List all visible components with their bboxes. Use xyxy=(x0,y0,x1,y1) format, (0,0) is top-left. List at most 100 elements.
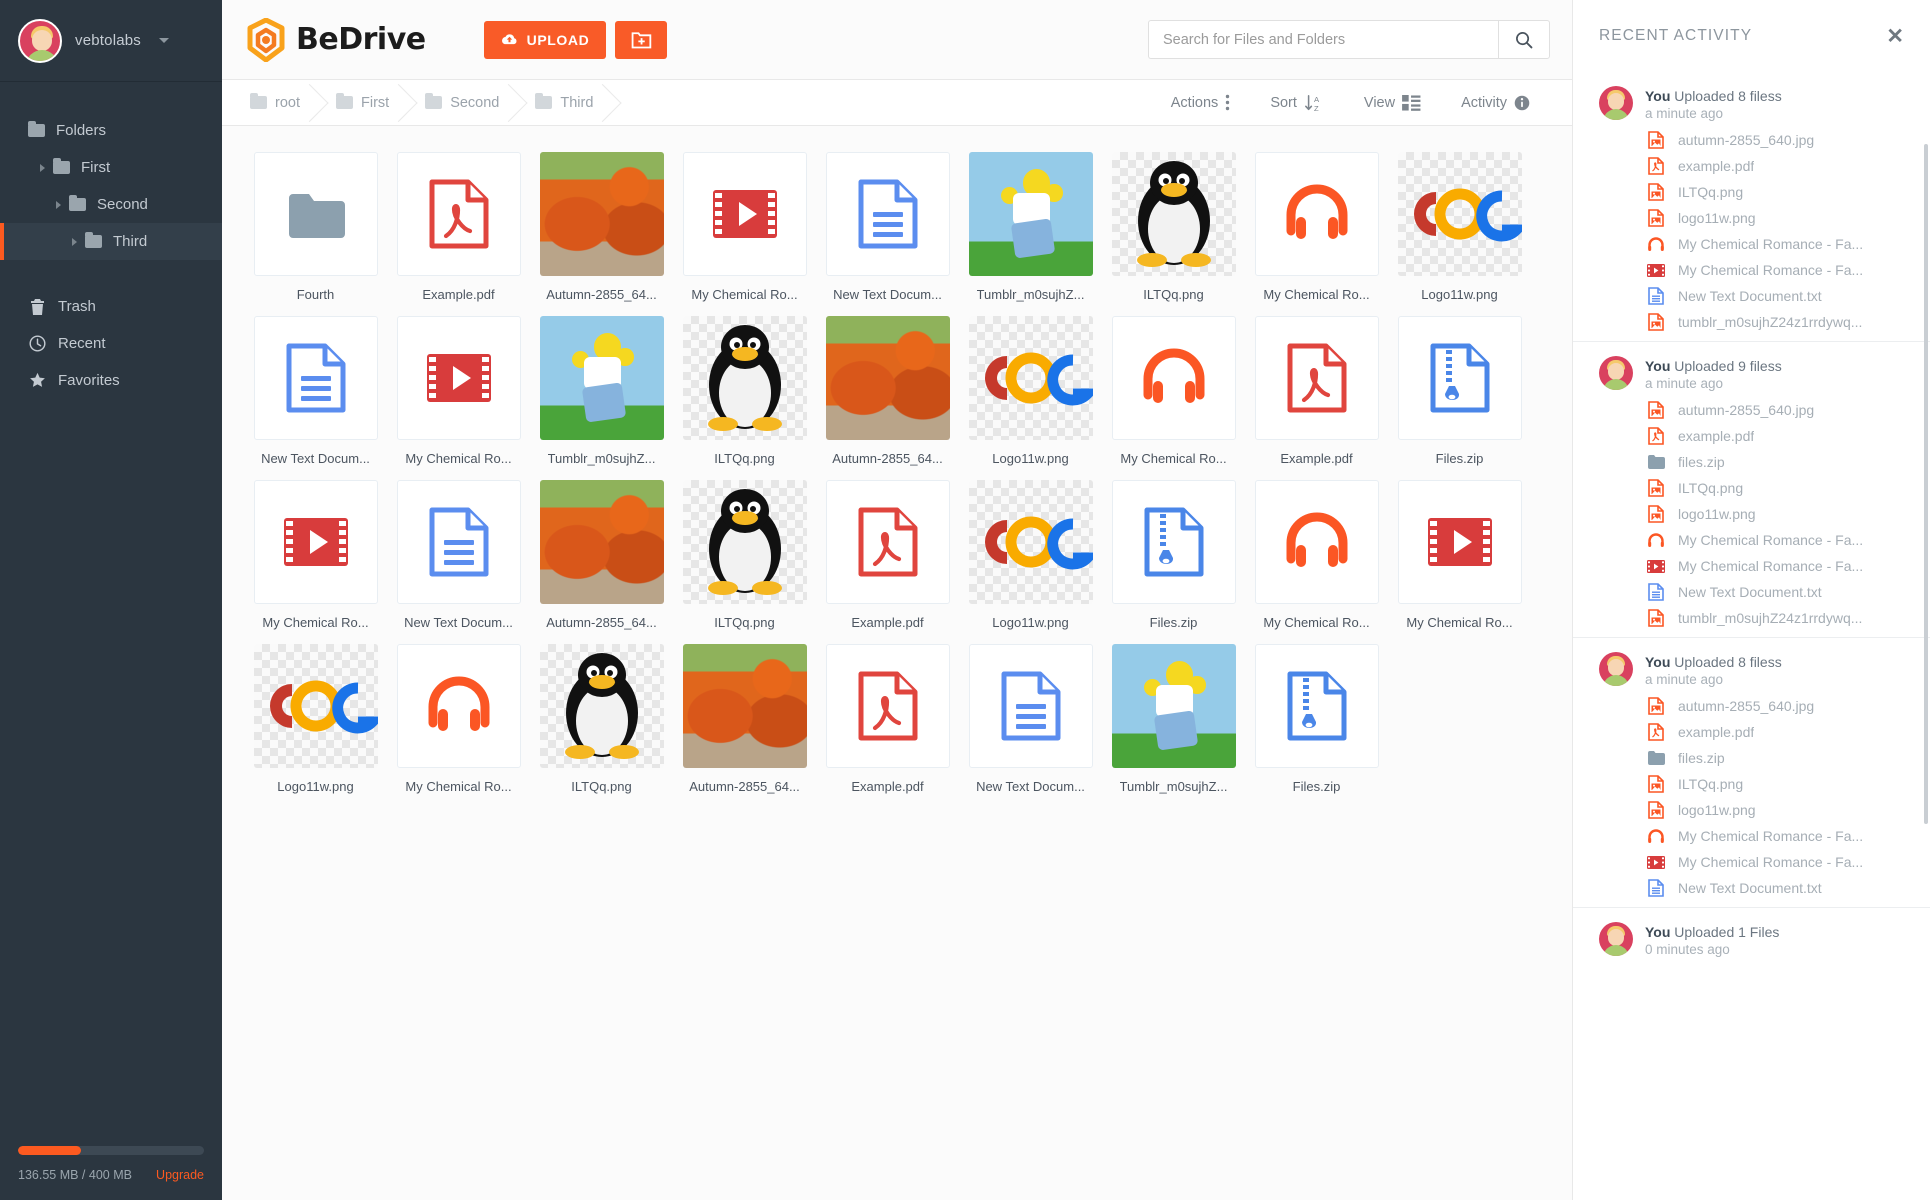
breadcrumb-item-third[interactable]: Third xyxy=(521,80,615,126)
file-tile[interactable]: Autumn-2855_64... xyxy=(673,644,816,794)
activity-file-item[interactable]: My Chemical Romance - Fa... xyxy=(1647,261,1912,279)
sidebar-item-trash[interactable]: Trash xyxy=(0,288,222,325)
activity-file-item[interactable]: files.zip xyxy=(1647,453,1912,471)
sidebar-item-second[interactable]: Second xyxy=(0,186,222,223)
file-tile[interactable]: Logo11w.png xyxy=(959,316,1102,466)
activity-file-item[interactable]: autumn-2855_640.jpg xyxy=(1647,697,1912,715)
file-tile[interactable]: Autumn-2855_64... xyxy=(816,316,959,466)
file-tile[interactable]: New Text Docum... xyxy=(959,644,1102,794)
sidebar-item-first[interactable]: First xyxy=(0,149,222,186)
file-tile[interactable]: Files.zip xyxy=(1388,316,1531,466)
file-thumbnail[interactable] xyxy=(539,480,664,604)
file-tile[interactable]: My Chemical Ro... xyxy=(387,316,530,466)
upgrade-link[interactable]: Upgrade xyxy=(156,1168,204,1182)
file-thumbnail[interactable] xyxy=(1111,316,1236,440)
file-thumbnail[interactable] xyxy=(968,480,1093,604)
upload-button[interactable]: UPLOAD xyxy=(483,20,607,59)
file-tile[interactable]: ILTQq.png xyxy=(530,644,673,794)
file-tile[interactable]: Files.zip xyxy=(1245,644,1388,794)
chevron-right-icon[interactable] xyxy=(56,200,61,209)
chevron-right-icon[interactable] xyxy=(72,237,77,246)
activity-button[interactable]: Activity xyxy=(1441,95,1550,111)
activity-file-item[interactable]: tumblr_m0sujhZ24z1rrdywq... xyxy=(1647,609,1912,627)
file-thumbnail[interactable] xyxy=(825,316,950,440)
file-thumbnail[interactable] xyxy=(682,480,807,604)
file-thumbnail[interactable] xyxy=(253,152,378,276)
file-tile[interactable]: ILTQq.png xyxy=(1102,152,1245,302)
file-thumbnail[interactable] xyxy=(1111,644,1236,768)
new-folder-button[interactable] xyxy=(615,20,668,59)
sidebar-item-third[interactable]: Third xyxy=(0,223,222,260)
file-tile[interactable]: New Text Docum... xyxy=(816,152,959,302)
activity-file-item[interactable]: example.pdf xyxy=(1647,157,1912,175)
file-tile[interactable]: Example.pdf xyxy=(816,480,959,630)
file-tile[interactable]: Autumn-2855_64... xyxy=(530,152,673,302)
file-tile[interactable]: Tumblr_m0sujhZ... xyxy=(530,316,673,466)
file-thumbnail[interactable] xyxy=(396,316,521,440)
activity-file-item[interactable]: logo11w.png xyxy=(1647,209,1912,227)
activity-file-item[interactable]: My Chemical Romance - Fa... xyxy=(1647,531,1912,549)
activity-file-item[interactable]: logo11w.png xyxy=(1647,801,1912,819)
file-tile[interactable]: My Chemical Ro... xyxy=(1102,316,1245,466)
file-tile[interactable]: ILTQq.png xyxy=(673,480,816,630)
view-button[interactable]: View xyxy=(1344,94,1441,111)
file-thumbnail[interactable] xyxy=(825,480,950,604)
file-thumbnail[interactable] xyxy=(1397,480,1522,604)
activity-file-item[interactable]: tumblr_m0sujhZ24z1rrdywq... xyxy=(1647,313,1912,331)
file-thumbnail[interactable] xyxy=(253,480,378,604)
file-thumbnail[interactable] xyxy=(825,644,950,768)
file-thumbnail[interactable] xyxy=(1397,152,1522,276)
user-menu[interactable]: vebtolabs xyxy=(0,0,222,82)
file-tile[interactable]: My Chemical Ro... xyxy=(673,152,816,302)
sidebar-item-recent[interactable]: Recent xyxy=(0,325,222,362)
activity-file-item[interactable]: My Chemical Romance - Fa... xyxy=(1647,235,1912,253)
activity-file-item[interactable]: files.zip xyxy=(1647,749,1912,767)
search-button[interactable] xyxy=(1498,20,1550,59)
activity-file-item[interactable]: autumn-2855_640.jpg xyxy=(1647,131,1912,149)
file-thumbnail[interactable] xyxy=(682,644,807,768)
file-tile[interactable]: My Chemical Ro... xyxy=(1388,480,1531,630)
activity-file-item[interactable]: ILTQq.png xyxy=(1647,183,1912,201)
file-tile[interactable]: New Text Docum... xyxy=(387,480,530,630)
activity-file-item[interactable]: New Text Document.txt xyxy=(1647,879,1912,897)
breadcrumb-item-second[interactable]: Second xyxy=(411,80,521,126)
file-thumbnail[interactable] xyxy=(1254,644,1379,768)
file-tile[interactable]: Logo11w.png xyxy=(244,644,387,794)
activity-file-item[interactable]: logo11w.png xyxy=(1647,505,1912,523)
activity-file-item[interactable]: New Text Document.txt xyxy=(1647,287,1912,305)
file-thumbnail[interactable] xyxy=(253,644,378,768)
activity-file-item[interactable]: My Chemical Romance - Fa... xyxy=(1647,557,1912,575)
file-tile[interactable]: Tumblr_m0sujhZ... xyxy=(1102,644,1245,794)
file-tile[interactable]: Files.zip xyxy=(1102,480,1245,630)
file-thumbnail[interactable] xyxy=(1111,480,1236,604)
brand-logo[interactable]: BeDrive xyxy=(246,17,426,62)
activity-file-item[interactable]: ILTQq.png xyxy=(1647,775,1912,793)
file-thumbnail[interactable] xyxy=(682,152,807,276)
file-tile[interactable]: New Text Docum... xyxy=(244,316,387,466)
file-tile[interactable]: My Chemical Ro... xyxy=(1245,152,1388,302)
activity-file-item[interactable]: ILTQq.png xyxy=(1647,479,1912,497)
activity-file-item[interactable]: My Chemical Romance - Fa... xyxy=(1647,827,1912,845)
sidebar-item-folders[interactable]: Folders xyxy=(0,112,222,149)
sort-button[interactable]: Sort A Z xyxy=(1250,94,1344,112)
activity-scrollbar[interactable] xyxy=(1924,144,1928,824)
activity-file-item[interactable]: My Chemical Romance - Fa... xyxy=(1647,853,1912,871)
file-thumbnail[interactable] xyxy=(968,644,1093,768)
activity-file-item[interactable]: example.pdf xyxy=(1647,723,1912,741)
file-tile[interactable]: Example.pdf xyxy=(1245,316,1388,466)
breadcrumb-item-first[interactable]: First xyxy=(322,80,411,126)
activity-file-item[interactable]: autumn-2855_640.jpg xyxy=(1647,401,1912,419)
file-thumbnail[interactable] xyxy=(396,644,521,768)
file-thumbnail[interactable] xyxy=(1254,480,1379,604)
search-input[interactable] xyxy=(1148,20,1498,59)
file-tile[interactable]: ILTQq.png xyxy=(673,316,816,466)
file-thumbnail[interactable] xyxy=(539,152,664,276)
close-icon[interactable]: ✕ xyxy=(1886,26,1904,47)
file-tile[interactable]: Logo11w.png xyxy=(959,480,1102,630)
file-tile[interactable]: Example.pdf xyxy=(816,644,959,794)
chevron-down-icon[interactable] xyxy=(159,38,170,43)
file-tile[interactable]: Autumn-2855_64... xyxy=(530,480,673,630)
file-thumbnail[interactable] xyxy=(396,480,521,604)
file-thumbnail[interactable] xyxy=(396,152,521,276)
file-thumbnail[interactable] xyxy=(253,316,378,440)
